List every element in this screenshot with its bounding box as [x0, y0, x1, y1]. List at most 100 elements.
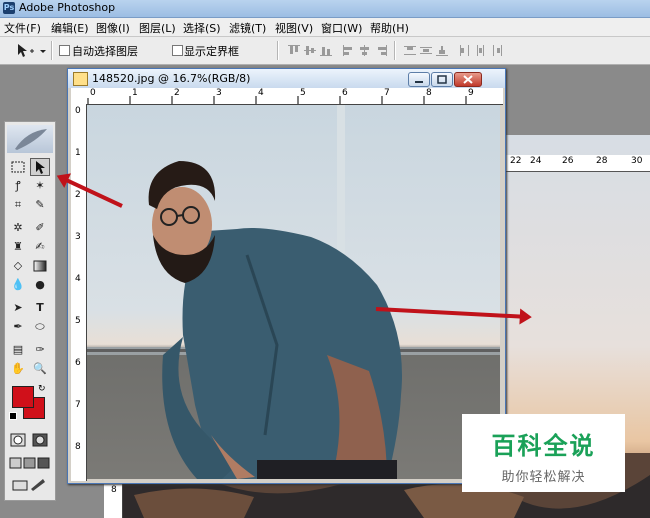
distribute-bottom-edges-icon[interactable] [436, 45, 448, 56]
jump-to-imageready-icon[interactable] [7, 476, 53, 494]
ruler-label: 8 [111, 485, 117, 495]
ruler-label: 2 [75, 190, 81, 200]
vertical-ruler: 0 1 2 3 4 5 6 7 8 [71, 104, 87, 481]
app-title: Adobe Photoshop [19, 1, 116, 14]
ruler-label: 1 [75, 148, 81, 158]
distribute-right-edges-icon[interactable] [491, 45, 503, 56]
menu-view[interactable]: 视图(V) [275, 20, 313, 36]
blur-tool-icon[interactable]: 💧 [8, 276, 28, 294]
notes-tool-icon[interactable]: ▤ [8, 341, 28, 359]
ruler-label: 8 [75, 442, 81, 452]
ruler-label: 8 [426, 88, 432, 98]
minimize-button[interactable] [408, 72, 430, 87]
ruler-label: 0 [75, 106, 81, 116]
options-bar: 自动选择图层 显示定界框 [0, 37, 650, 65]
history-brush-tool-icon[interactable]: ✍ [30, 238, 50, 256]
horizontal-ruler: 0 1 2 3 4 5 6 7 8 9 [86, 88, 503, 105]
type-tool-icon[interactable]: T [30, 299, 50, 317]
ruler-label: 4 [258, 88, 264, 98]
photoshop-app-icon: Ps [3, 2, 15, 14]
menu-select[interactable]: 选择(S) [183, 20, 221, 36]
dodge-tool-icon[interactable]: ● [30, 276, 50, 294]
ruler-label: 22 [510, 156, 522, 166]
ruler-label: 28 [596, 156, 608, 166]
path-selection-tool-icon[interactable]: ➤ [8, 299, 28, 317]
menu-file[interactable]: 文件(F) [4, 20, 41, 36]
distribute-horizontal-centers-icon[interactable] [475, 45, 487, 56]
ruler-label: 2 [174, 88, 180, 98]
ruler-label: 3 [75, 232, 81, 242]
foreground-color-swatch[interactable] [12, 386, 34, 408]
menu-bar: 文件(F) 编辑(E) 图像(I) 图层(L) 选择(S) 滤镜(T) 视图(V… [0, 18, 650, 37]
ruler-label: 5 [300, 88, 306, 98]
menu-window[interactable]: 窗口(W) [321, 20, 362, 36]
watermark-subtitle: 助你轻松解决 [501, 470, 586, 485]
default-colors-icon[interactable] [9, 412, 17, 420]
hand-tool-icon[interactable]: ✋ [8, 360, 28, 378]
show-bounding-box-checkbox[interactable] [172, 45, 183, 56]
options-separator [51, 41, 53, 60]
align-bottom-edges-icon[interactable] [320, 45, 332, 56]
distribute-top-edges-icon[interactable] [404, 45, 416, 56]
swap-colors-icon[interactable]: ↻ [38, 384, 46, 394]
auto-select-layer-checkbox[interactable] [59, 45, 70, 56]
menu-image[interactable]: 图像(I) [96, 20, 130, 36]
gradient-tool-icon[interactable] [30, 257, 50, 275]
zoom-tool-icon[interactable]: 🔍 [30, 360, 50, 378]
menu-layer[interactable]: 图层(L) [139, 20, 176, 36]
document-title-bar[interactable]: 148520.jpg @ 16.7%(RGB/8) [68, 69, 505, 88]
show-bounding-box-label: 显示定界框 [184, 45, 239, 58]
ruler-label: 7 [384, 88, 390, 98]
marquee-tool-icon[interactable] [8, 158, 28, 176]
auto-select-layer-label: 自动选择图层 [72, 45, 138, 58]
menu-help[interactable]: 帮助(H) [370, 20, 409, 36]
standard-mode-icon[interactable] [8, 431, 28, 449]
distribute-left-edges-icon[interactable] [459, 45, 471, 56]
photoshop-feather-logo [7, 125, 53, 153]
close-button[interactable] [454, 72, 482, 87]
ruler-label: 0 [90, 88, 96, 98]
options-separator [394, 41, 396, 60]
brush-tool-icon[interactable]: ✐ [30, 219, 50, 237]
slice-tool-icon[interactable]: ✎ [30, 196, 50, 214]
document-title: 148520.jpg @ 16.7%(RGB/8) [92, 72, 251, 85]
eyedropper-tool-icon[interactable]: ✑ [30, 341, 50, 359]
ruler-label: 5 [75, 316, 81, 326]
document-window[interactable]: 148520.jpg @ 16.7%(RGB/8) 0 1 2 3 4 5 6 … [67, 68, 506, 484]
options-separator [277, 41, 279, 60]
align-right-edges-icon[interactable] [375, 45, 387, 56]
shape-tool-icon[interactable]: ⬭ [30, 318, 50, 336]
ruler-label: 6 [342, 88, 348, 98]
eraser-tool-icon[interactable]: ◇ [8, 257, 28, 275]
quick-mask-mode-icon[interactable] [30, 431, 50, 449]
align-horizontal-centers-icon[interactable] [359, 45, 371, 56]
ruler-origin[interactable] [71, 88, 87, 105]
lasso-tool-icon[interactable]: ꝭ [8, 177, 28, 195]
move-tool-icon[interactable] [30, 158, 50, 176]
ruler-label: 9 [468, 88, 474, 98]
maximize-button[interactable] [431, 72, 453, 87]
photo-canvas[interactable] [87, 105, 500, 479]
watermark-logo: 百科全说 助你轻松解决 [462, 414, 625, 492]
move-tool-preset-icon[interactable] [16, 43, 46, 59]
healing-brush-tool-icon[interactable]: ✲ [8, 219, 28, 237]
crop-tool-icon[interactable]: ⌗ [8, 196, 28, 214]
align-vertical-centers-icon[interactable] [304, 45, 316, 56]
clone-stamp-tool-icon[interactable]: ♜ [8, 238, 28, 256]
menu-filter[interactable]: 滤镜(T) [229, 20, 266, 36]
screen-mode-icons[interactable] [7, 454, 53, 472]
ruler-label: 3 [216, 88, 222, 98]
ruler-label: 6 [75, 358, 81, 368]
align-left-edges-icon[interactable] [343, 45, 355, 56]
magic-wand-tool-icon[interactable]: ✶ [30, 177, 50, 195]
align-top-edges-icon[interactable] [288, 45, 300, 56]
man-in-denim-shirt-photo [87, 105, 500, 479]
pen-tool-icon[interactable]: ✒ [8, 318, 28, 336]
ruler-label: 24 [530, 156, 542, 166]
menu-edit[interactable]: 编辑(E) [51, 20, 89, 36]
distribute-vertical-centers-icon[interactable] [420, 45, 432, 56]
document-icon [73, 72, 88, 86]
ruler-label: 7 [75, 400, 81, 410]
title-bar: Ps Adobe Photoshop [0, 0, 650, 18]
watermark-title: 百科全说 [491, 432, 596, 460]
